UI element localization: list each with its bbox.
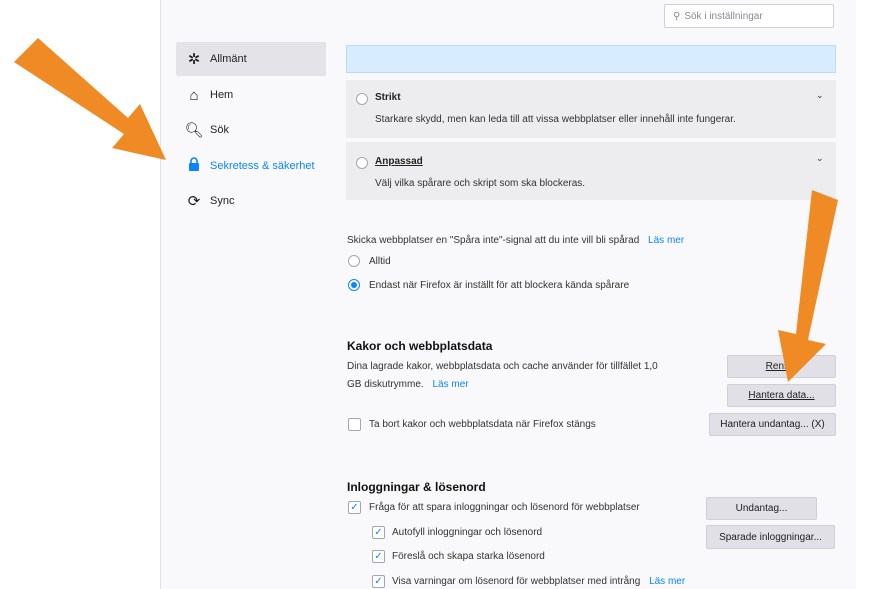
annotation-arrows [14, 38, 838, 382]
arrow-down-icon [778, 190, 838, 382]
arrow-left-icon [14, 38, 166, 160]
